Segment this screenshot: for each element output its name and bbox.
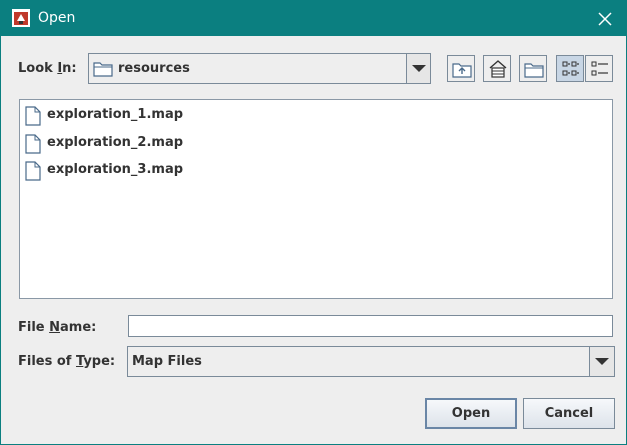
list-item[interactable]: exploration_2.map [24,132,224,154]
title-bar[interactable]: Open [1,1,626,36]
chevron-down-icon[interactable] [589,347,614,376]
file-name-label-prefix: File [18,320,50,335]
folder-icon [93,62,113,77]
list-view-button[interactable] [556,55,584,82]
file-name-label-suffix: ame: [60,320,97,335]
file-type-label-prefix: Files of [18,354,76,369]
up-one-level-button[interactable] [447,55,475,82]
new-folder-button[interactable] [519,55,547,82]
file-list[interactable]: exploration_1.map exploration_2.map expl… [19,99,613,299]
open-dialog: Open Look In: resources exploration_1.ma… [0,0,627,445]
list-item[interactable]: exploration_3.map [24,159,224,181]
file-name-label: File Name: [18,320,96,335]
file-type-value: Map Files [132,354,202,369]
file-type-label: Files of Type: [18,354,115,369]
look-in-label: Look In: [18,61,77,76]
window-title: Open [38,10,76,26]
file-icon [25,161,41,181]
close-icon[interactable] [591,7,617,31]
java-app-icon [12,9,30,27]
chevron-down-icon[interactable] [406,54,430,83]
file-name-input[interactable] [128,315,613,337]
file-name: exploration_1.map [47,107,184,122]
cancel-button[interactable]: Cancel [523,398,615,429]
file-type-combo[interactable]: Map Files [127,346,615,377]
look-in-label-prefix: Look [18,61,58,76]
open-button[interactable]: Open [425,398,517,429]
file-name-label-mnemonic: N [49,320,61,335]
list-view-icon [562,61,579,76]
home-button[interactable] [483,55,511,82]
details-view-button[interactable] [585,55,613,82]
home-icon [489,60,507,78]
list-item[interactable]: exploration_1.map [24,104,224,126]
look-in-label-suffix: n: [62,61,77,76]
file-name: exploration_2.map [47,135,184,150]
up-folder-icon [452,63,472,78]
file-type-label-suffix: ype: [83,354,116,369]
file-icon [25,106,41,126]
look-in-combo[interactable]: resources [88,53,431,84]
look-in-value: resources [118,61,190,76]
file-icon [25,134,41,154]
new-folder-icon [524,63,544,78]
details-view-icon [591,61,608,76]
file-name: exploration_3.map [47,162,184,177]
